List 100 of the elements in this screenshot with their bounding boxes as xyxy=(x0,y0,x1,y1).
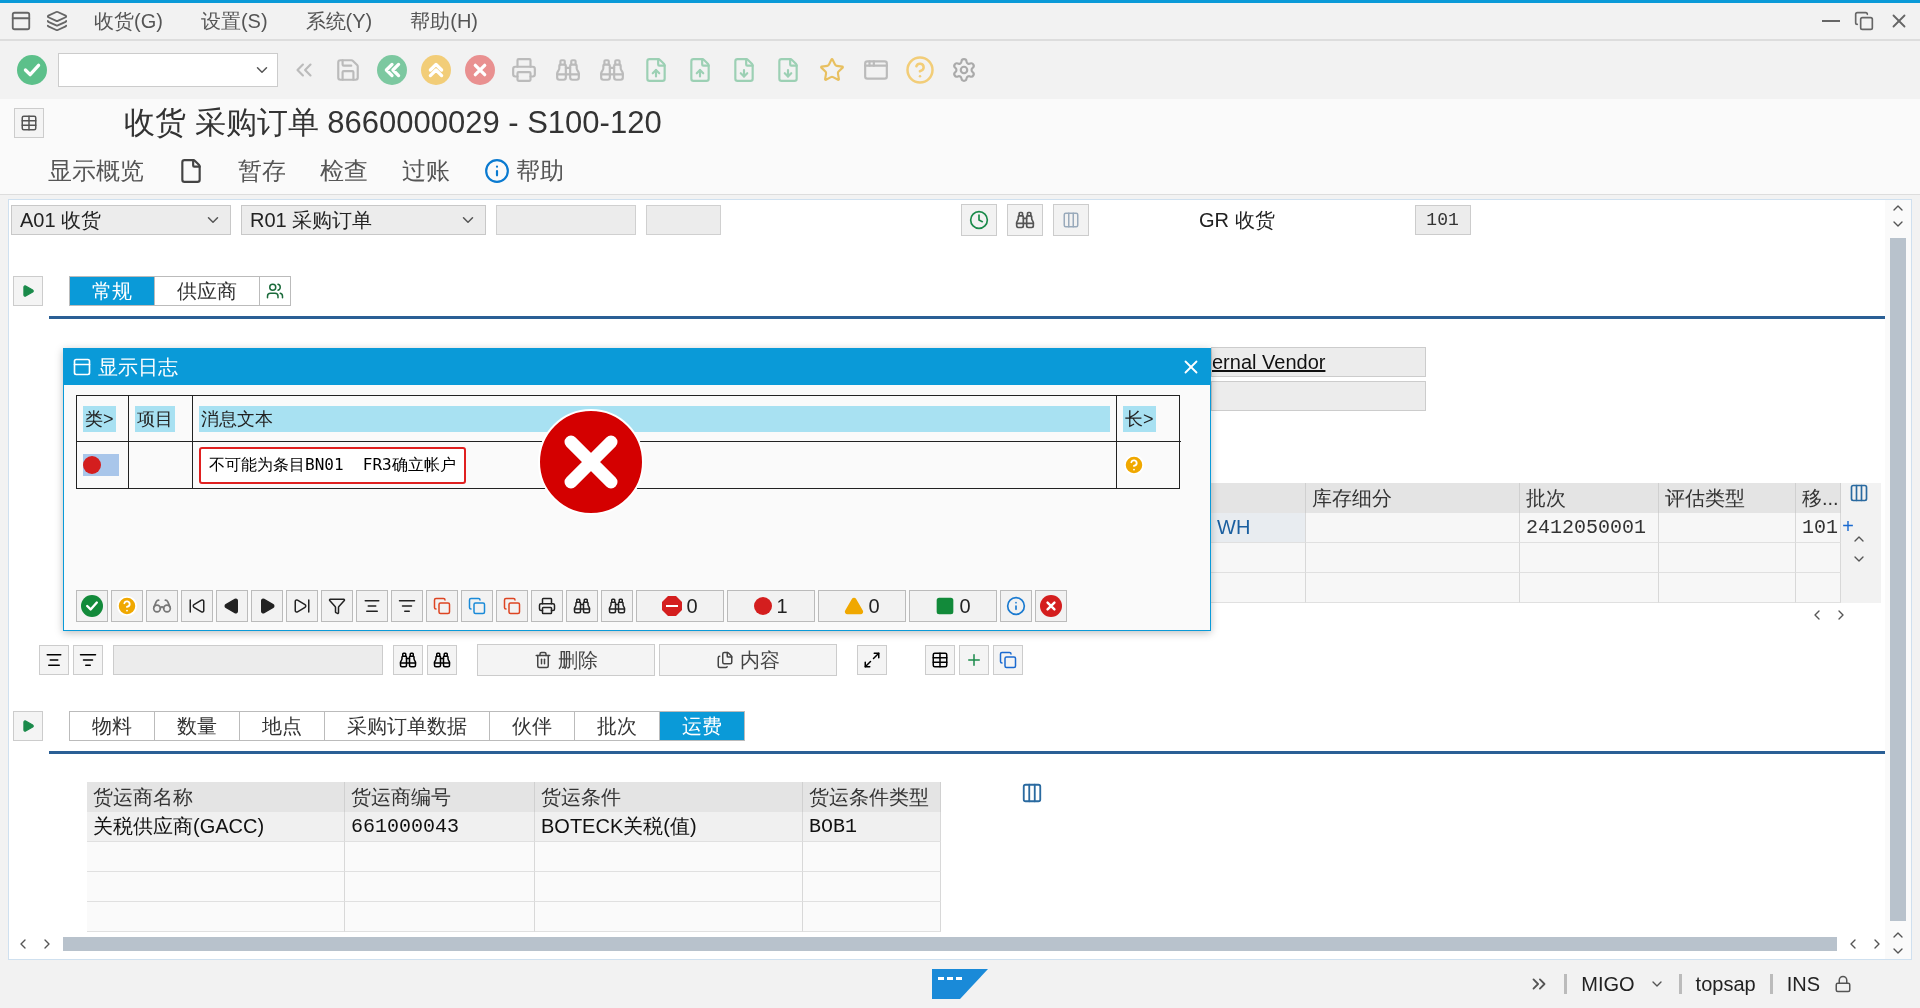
tab[interactable]: 数量 xyxy=(155,711,240,741)
find-button[interactable] xyxy=(393,645,423,675)
document-icon xyxy=(178,157,204,184)
row-selector[interactable] xyxy=(83,454,119,476)
input-field[interactable] xyxy=(646,205,721,235)
column-header: 货运商名称 xyxy=(87,782,345,812)
binoculars-icon xyxy=(433,651,451,669)
table-settings-button[interactable] xyxy=(1053,204,1089,236)
toolbar-button[interactable]: 检查 xyxy=(320,154,368,187)
count-button[interactable]: 0 xyxy=(909,590,997,622)
detail-button[interactable] xyxy=(925,645,955,675)
columns-icon xyxy=(1062,211,1080,229)
tab[interactable]: 地点 xyxy=(240,711,325,741)
play-icon xyxy=(21,719,35,733)
table-icon xyxy=(20,114,38,132)
execute-button[interactable] xyxy=(961,204,997,236)
display-button[interactable] xyxy=(146,590,178,622)
column-header: 货运条件 xyxy=(535,782,803,812)
copy-button[interactable] xyxy=(461,590,493,622)
menu-item[interactable]: 设置(S) xyxy=(188,7,280,35)
error-icon xyxy=(538,409,644,515)
count-button[interactable]: 0 xyxy=(818,590,906,622)
new-document-button[interactable] xyxy=(178,157,204,184)
partner-tab[interactable] xyxy=(260,276,291,306)
collapse-button[interactable] xyxy=(73,645,103,675)
toolbar-button[interactable]: 暂存 xyxy=(238,154,286,187)
next-button[interactable] xyxy=(251,590,283,622)
delete-button[interactable]: 删除 xyxy=(477,644,655,676)
vendor-name-field[interactable]: ernal Vendor xyxy=(1211,347,1426,377)
command-field[interactable] xyxy=(58,53,278,87)
transfer-button[interactable] xyxy=(993,645,1023,675)
reference-select[interactable]: R01 采购订单 xyxy=(241,205,486,235)
column-header[interactable]: 类> xyxy=(83,405,116,432)
binoculars-icon xyxy=(573,597,591,615)
info-button[interactable] xyxy=(1000,590,1032,622)
column-header[interactable]: 长> xyxy=(1123,405,1156,432)
search-field[interactable] xyxy=(113,645,383,675)
input-field[interactable] xyxy=(496,205,636,235)
copy-icon xyxy=(503,597,521,615)
table-settings-icon[interactable] xyxy=(1021,782,1043,804)
find-next-button[interactable] xyxy=(601,590,633,622)
layout-icon xyxy=(46,10,68,32)
confirm-button[interactable] xyxy=(76,590,108,622)
expand-button[interactable] xyxy=(39,645,69,675)
enter-button[interactable] xyxy=(14,52,50,88)
logo-icon xyxy=(932,969,988,999)
tab[interactable]: 批次 xyxy=(575,711,660,741)
dialog-title: 显示日志 xyxy=(98,354,178,380)
sort-button[interactable] xyxy=(356,590,388,622)
plus-icon xyxy=(965,651,983,669)
star-icon xyxy=(819,57,845,83)
tab[interactable]: 伙伴 xyxy=(490,711,575,741)
tab[interactable]: 采购订单数据 xyxy=(325,711,490,741)
find-next-button[interactable] xyxy=(427,645,457,675)
message-text: 不可能为条目BN01 FR3确立帐户 xyxy=(199,446,466,484)
help-icon xyxy=(116,595,138,617)
find-button[interactable] xyxy=(566,590,598,622)
fullscreen-button[interactable] xyxy=(857,645,887,675)
print-button[interactable] xyxy=(531,590,563,622)
count-button[interactable]: 1 xyxy=(727,590,815,622)
copy-icon xyxy=(433,597,451,615)
action-select[interactable]: A01 收货 xyxy=(11,205,231,235)
menu-item[interactable]: 帮助(H) xyxy=(398,7,490,35)
column-header[interactable]: 消息文本 xyxy=(199,405,1110,432)
copy-button[interactable] xyxy=(426,590,458,622)
menu-item[interactable]: 收货(G) xyxy=(82,7,175,35)
last-button[interactable] xyxy=(286,590,318,622)
input-field[interactable] xyxy=(1211,381,1426,411)
table-settings-icon[interactable] xyxy=(1849,483,1869,503)
cancel-button[interactable] xyxy=(462,52,498,88)
cancel-icon xyxy=(1040,595,1062,617)
table-icon xyxy=(931,651,949,669)
tab[interactable]: 物料 xyxy=(69,711,155,741)
help-button[interactable]: 帮助 xyxy=(484,154,564,187)
toolbar-button[interactable]: 过账 xyxy=(402,154,450,187)
window-icon xyxy=(72,357,92,377)
copy-button[interactable] xyxy=(496,590,528,622)
find-button[interactable] xyxy=(1007,204,1043,236)
list-icon xyxy=(79,651,97,669)
row-marker: + xyxy=(1842,516,1855,539)
toolbar-button[interactable]: 显示概览 xyxy=(48,154,144,187)
table-cell: 2412050001 xyxy=(1520,513,1659,543)
glasses-icon xyxy=(152,596,172,616)
print-icon xyxy=(511,57,537,83)
column-header[interactable]: 项目 xyxy=(135,405,175,432)
menu-item[interactable]: 系统(Y) xyxy=(293,7,385,35)
count-button[interactable]: 0 xyxy=(636,590,724,622)
close-button[interactable] xyxy=(1035,590,1067,622)
filter-button[interactable] xyxy=(321,590,353,622)
scrollbar[interactable] xyxy=(63,937,1837,951)
movement-type-field[interactable]: 101 xyxy=(1414,205,1471,235)
lock-icon xyxy=(1834,975,1852,993)
tab[interactable]: 供应商 xyxy=(155,276,260,306)
layout-button[interactable] xyxy=(14,108,44,138)
scrollbar[interactable] xyxy=(1890,238,1906,921)
content-button[interactable]: 内容 xyxy=(659,644,837,676)
stop-icon xyxy=(662,596,683,616)
sort-button[interactable] xyxy=(391,590,423,622)
first-button[interactable] xyxy=(181,590,213,622)
previous-button[interactable] xyxy=(216,590,248,622)
